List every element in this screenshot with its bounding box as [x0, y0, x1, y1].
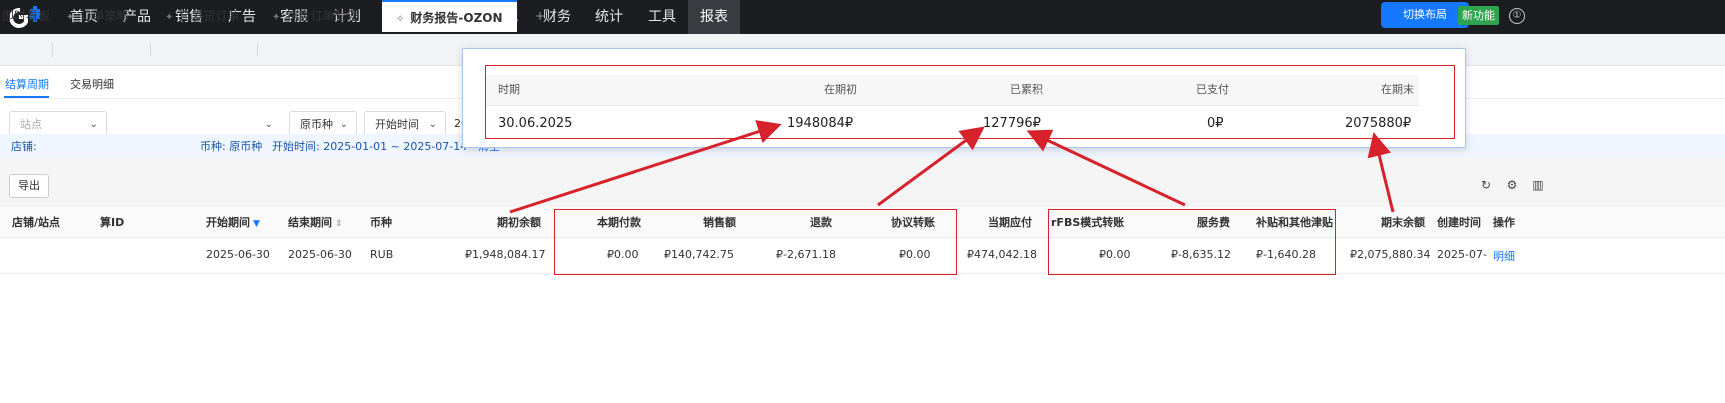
info-icon[interactable]: ① — [1509, 8, 1525, 24]
tab-label: 订单策略 — [80, 9, 129, 23]
pin-icon[interactable]: ✧ — [396, 14, 404, 25]
tab-dashboard[interactable]: 即时看板 — [2, 0, 50, 32]
sort-icon[interactable]: ⇕ — [335, 219, 343, 229]
pin-icon[interactable]: ✦ — [272, 12, 280, 23]
tab-finance-report-ozon[interactable]: ✧ 财务报告-OZON — [382, 0, 517, 32]
col-actions: 操作 — [1493, 216, 1515, 229]
subtab-settlement-period[interactable]: 结算周期 — [5, 76, 49, 92]
cell-start-period: 2025-06-30 — [206, 248, 270, 261]
col-closing-balance: 期末余额 — [1381, 216, 1425, 229]
cell-end-period: 2025-06-30 — [288, 248, 352, 261]
col-end-period[interactable]: 结束期间 ⇕ — [288, 214, 343, 230]
nav-finance[interactable]: 财务 — [543, 0, 571, 34]
columns-icon[interactable]: ▥ — [1531, 178, 1545, 192]
col-settlement-id: 算ID — [100, 216, 125, 229]
tab-order-strategy[interactable]: ✦ 订单策略 — [66, 0, 128, 32]
annotation-box-payments — [554, 209, 957, 275]
cell-currency: RUB — [370, 248, 394, 261]
new-feature-badge[interactable]: 新功能 — [1458, 6, 1499, 25]
tab-divider — [52, 43, 53, 57]
tab-divider — [257, 43, 258, 57]
currency-select-value: 原币种 — [300, 118, 333, 131]
tab-label: 财务报告-OZON — [410, 11, 503, 25]
time-type-select-value: 开始时间 — [375, 118, 419, 131]
cell-created-time: 2025-07- — [1437, 248, 1487, 261]
gear-icon[interactable]: ⚙ — [1505, 178, 1519, 192]
tab-label: 销售订单管理 — [286, 9, 359, 23]
tab-self-shipping-orders[interactable]: ✦ 自发货订单 — [165, 0, 239, 32]
col-opening-balance: 期初余额 — [497, 216, 541, 229]
col-current-payable: 当期应付 — [988, 216, 1032, 229]
add-tab-button[interactable]: + — [535, 0, 545, 32]
cell-current-payable: ₽474,042.18 — [967, 248, 1037, 261]
shop-filter-label: 店铺: — [11, 140, 37, 153]
export-button[interactable]: 导出 — [9, 174, 49, 198]
refresh-icon[interactable]: ↻ — [1479, 178, 1493, 192]
nav-reports[interactable]: 报表 — [688, 0, 740, 34]
pin-icon[interactable]: ✦ — [66, 12, 74, 23]
tab-divider — [150, 43, 151, 57]
col-shop-site: 店铺/站点 — [12, 216, 61, 229]
nav-tools[interactable]: 工具 — [648, 0, 676, 34]
col-end-period-label: 结束期间 — [288, 216, 332, 229]
currency-filter-tag[interactable]: 币种: 原币种 — [200, 138, 262, 154]
time-filter-tag[interactable]: 开始时间: 2025-01-01 ~ 2025-07-14 — [272, 138, 467, 154]
cell-opening-balance: ₽1,948,084.17 — [465, 248, 546, 261]
cell-closing-balance: ₽2,075,880.34 — [1350, 248, 1431, 261]
top-navigation: 首页 产品 销售 广告 客服 计划 采购 仓库 物流 财务 统计 工具 报表 切… — [0, 0, 1725, 34]
tab-label: 自发货订单 — [179, 9, 240, 23]
details-link[interactable]: 明细 — [1493, 248, 1515, 264]
tab-sales-order-management[interactable]: ✦ 销售订单管理 — [272, 0, 358, 32]
nav-statistics[interactable]: 统计 — [595, 0, 623, 34]
site-select-value: 站点 — [20, 118, 42, 131]
col-start-period[interactable]: 开始期间 ▼ — [206, 214, 260, 230]
subtab-transaction-details[interactable]: 交易明细 — [70, 76, 114, 92]
annotation-box-fees — [1048, 209, 1336, 275]
pin-icon[interactable]: ✦ — [165, 12, 173, 23]
col-created-time: 创建时间 — [1437, 216, 1481, 229]
annotation-box-popup — [485, 65, 1455, 139]
col-currency: 币种 — [370, 216, 392, 229]
sort-desc-icon[interactable]: ▼ — [253, 219, 260, 229]
col-start-period-label: 开始期间 — [206, 216, 250, 229]
switch-layout-button[interactable]: 切换布局 — [1381, 2, 1469, 28]
